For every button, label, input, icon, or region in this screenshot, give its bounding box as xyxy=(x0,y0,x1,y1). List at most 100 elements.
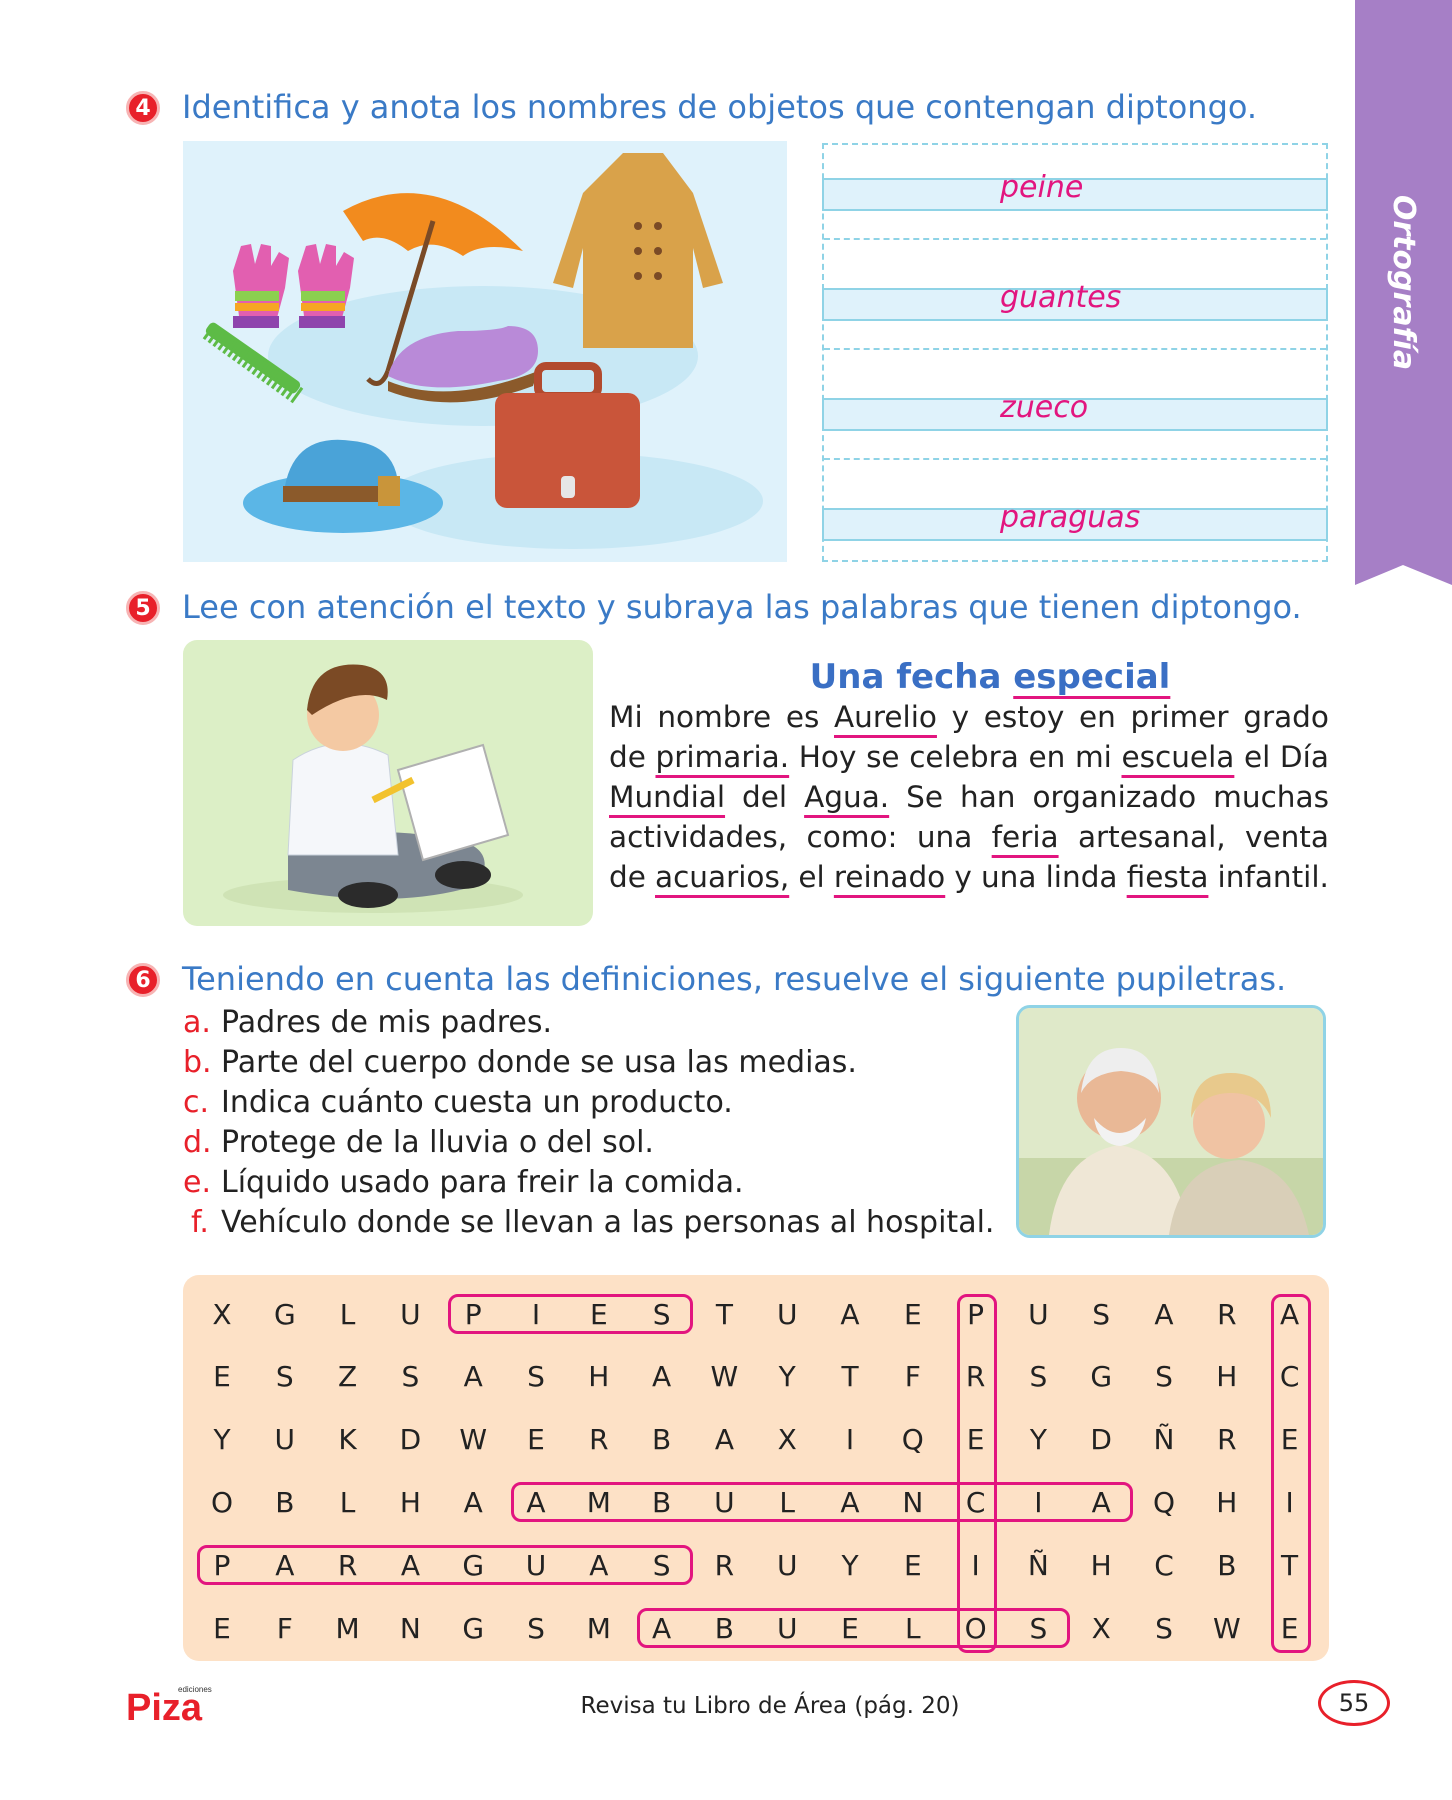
definition-e: e. Líquido usado para freir la comida. xyxy=(183,1165,744,1200)
reading-line: de primaria. Hoy se celebra en mi escuela el Día xyxy=(609,740,1329,774)
definition-text: Indica cuánto cuesta un producto. xyxy=(221,1085,733,1120)
grid-letter[interactable]: S xyxy=(504,1355,568,1399)
grid-letter[interactable]: L xyxy=(316,1480,380,1524)
grid-letter[interactable]: A xyxy=(630,1355,694,1399)
definition-b: b. Parte del cuerpo donde se usa las medi… xyxy=(183,1045,857,1080)
grid-letter[interactable]: D xyxy=(1069,1418,1133,1462)
grid-letter[interactable]: Y xyxy=(190,1418,254,1462)
grid-letter[interactable]: U xyxy=(755,1543,819,1587)
grid-letter[interactable]: W xyxy=(441,1418,505,1462)
grid-letter[interactable]: M xyxy=(316,1606,380,1650)
grid-letter[interactable]: S xyxy=(1069,1292,1133,1336)
grid-letter[interactable]: R xyxy=(692,1543,756,1587)
grid-letter[interactable]: B xyxy=(630,1418,694,1462)
grid-letter[interactable]: S xyxy=(1132,1355,1196,1399)
answer-3: zueco xyxy=(1000,390,1089,425)
word: de xyxy=(609,740,646,774)
grid-letter[interactable]: Ñ xyxy=(1006,1543,1070,1587)
grid-letter[interactable]: E xyxy=(190,1355,254,1399)
grid-letter[interactable]: F xyxy=(881,1355,945,1399)
word: grado xyxy=(1243,700,1329,734)
grid-letter[interactable]: Y xyxy=(818,1543,882,1587)
grid-letter[interactable]: S xyxy=(1132,1606,1196,1650)
grid-letter[interactable]: G xyxy=(253,1292,317,1336)
grid-letter[interactable]: K xyxy=(316,1418,380,1462)
grid-letter[interactable]: R xyxy=(1195,1418,1259,1462)
grid-letter[interactable]: F xyxy=(253,1606,317,1650)
grid-letter[interactable]: E xyxy=(190,1606,254,1650)
underlined-word[interactable]: reinado xyxy=(834,860,945,894)
grid-letter[interactable]: S xyxy=(1006,1355,1070,1399)
grid-letter[interactable]: G xyxy=(1069,1355,1133,1399)
grid-letter[interactable]: E xyxy=(881,1292,945,1336)
grid-letter[interactable]: W xyxy=(692,1355,756,1399)
underlined-word[interactable]: Agua. xyxy=(804,780,889,814)
grid-letter[interactable]: B xyxy=(1195,1543,1259,1587)
grid-letter[interactable]: M xyxy=(567,1606,631,1650)
underlined-word[interactable]: Aurelio xyxy=(834,700,937,734)
definition-c: c. Indica cuánto cuesta un producto. xyxy=(183,1085,733,1120)
underlined-word[interactable]: fiesta xyxy=(1127,860,1209,894)
grid-letter[interactable]: H xyxy=(567,1355,631,1399)
underlined-word[interactable]: acuarios, xyxy=(655,860,789,894)
word: en xyxy=(1078,700,1116,734)
grid-letter[interactable]: S xyxy=(253,1355,317,1399)
found-word-abuelos xyxy=(636,1608,1071,1648)
word: en xyxy=(1028,740,1066,774)
grid-letter[interactable]: S xyxy=(504,1606,568,1650)
grid-letter[interactable]: U xyxy=(755,1292,819,1336)
grid-letter[interactable]: S xyxy=(378,1355,442,1399)
grid-letter[interactable]: W xyxy=(1195,1606,1259,1650)
page-number: 55 xyxy=(1318,1680,1390,1726)
grid-letter[interactable]: E xyxy=(504,1418,568,1462)
grid-letter[interactable]: N xyxy=(378,1606,442,1650)
answer-divider xyxy=(824,348,1326,350)
grid-letter[interactable]: A xyxy=(441,1355,505,1399)
grid-letter[interactable]: H xyxy=(1195,1355,1259,1399)
grid-letter[interactable]: A xyxy=(441,1480,505,1524)
grid-letter[interactable]: H xyxy=(1195,1480,1259,1524)
grid-letter[interactable]: T xyxy=(692,1292,756,1336)
underlined-word[interactable]: primaria. xyxy=(655,740,789,774)
grid-letter[interactable]: A xyxy=(818,1292,882,1336)
word: el xyxy=(1243,740,1271,774)
grid-letter[interactable]: L xyxy=(316,1292,380,1336)
grid-letter[interactable]: U xyxy=(1006,1292,1070,1336)
grid-letter[interactable]: I xyxy=(818,1418,882,1462)
word: han xyxy=(960,780,1016,814)
grid-letter[interactable]: G xyxy=(441,1606,505,1650)
underlined-word[interactable]: Mundial xyxy=(609,780,725,814)
grid-letter[interactable]: Q xyxy=(1132,1480,1196,1524)
definition-text: Padres de mis padres. xyxy=(221,1005,552,1040)
grid-letter[interactable]: C xyxy=(1132,1543,1196,1587)
underlined-word[interactable]: escuela xyxy=(1121,740,1234,774)
definition-letter: e. xyxy=(183,1165,211,1200)
grid-letter[interactable]: R xyxy=(1195,1292,1259,1336)
grid-letter[interactable]: X xyxy=(755,1418,819,1462)
definition-text: Parte del cuerpo donde se usa las medias… xyxy=(221,1045,857,1080)
grid-letter[interactable]: T xyxy=(818,1355,882,1399)
grid-letter[interactable]: H xyxy=(1069,1543,1133,1587)
grid-letter[interactable]: U xyxy=(253,1418,317,1462)
word: celebra xyxy=(909,740,1019,774)
underlined-word[interactable]: feria xyxy=(992,820,1059,854)
grid-letter[interactable]: A xyxy=(692,1418,756,1462)
grid-letter[interactable]: A xyxy=(1132,1292,1196,1336)
grid-letter[interactable]: O xyxy=(190,1480,254,1524)
grid-letter[interactable]: U xyxy=(378,1292,442,1336)
grid-letter[interactable]: Ñ xyxy=(1132,1418,1196,1462)
grid-letter[interactable]: H xyxy=(378,1480,442,1524)
grid-letter[interactable]: X xyxy=(190,1292,254,1336)
grid-letter[interactable]: D xyxy=(378,1418,442,1462)
reading-line: Mundial del Agua. Se han organizado muchas xyxy=(609,780,1329,814)
grid-letter[interactable]: B xyxy=(253,1480,317,1524)
grid-letter[interactable]: E xyxy=(881,1543,945,1587)
grid-letter[interactable]: Y xyxy=(1006,1418,1070,1462)
grid-letter[interactable]: X xyxy=(1069,1606,1133,1650)
grid-letter[interactable]: Z xyxy=(316,1355,380,1399)
grid-letter[interactable]: Q xyxy=(881,1418,945,1462)
section-tab-label: Ortografía xyxy=(1386,194,1421,371)
grid-letter[interactable]: R xyxy=(567,1418,631,1462)
definition-a: a. Padres de mis padres. xyxy=(183,1005,552,1040)
grid-letter[interactable]: Y xyxy=(755,1355,819,1399)
